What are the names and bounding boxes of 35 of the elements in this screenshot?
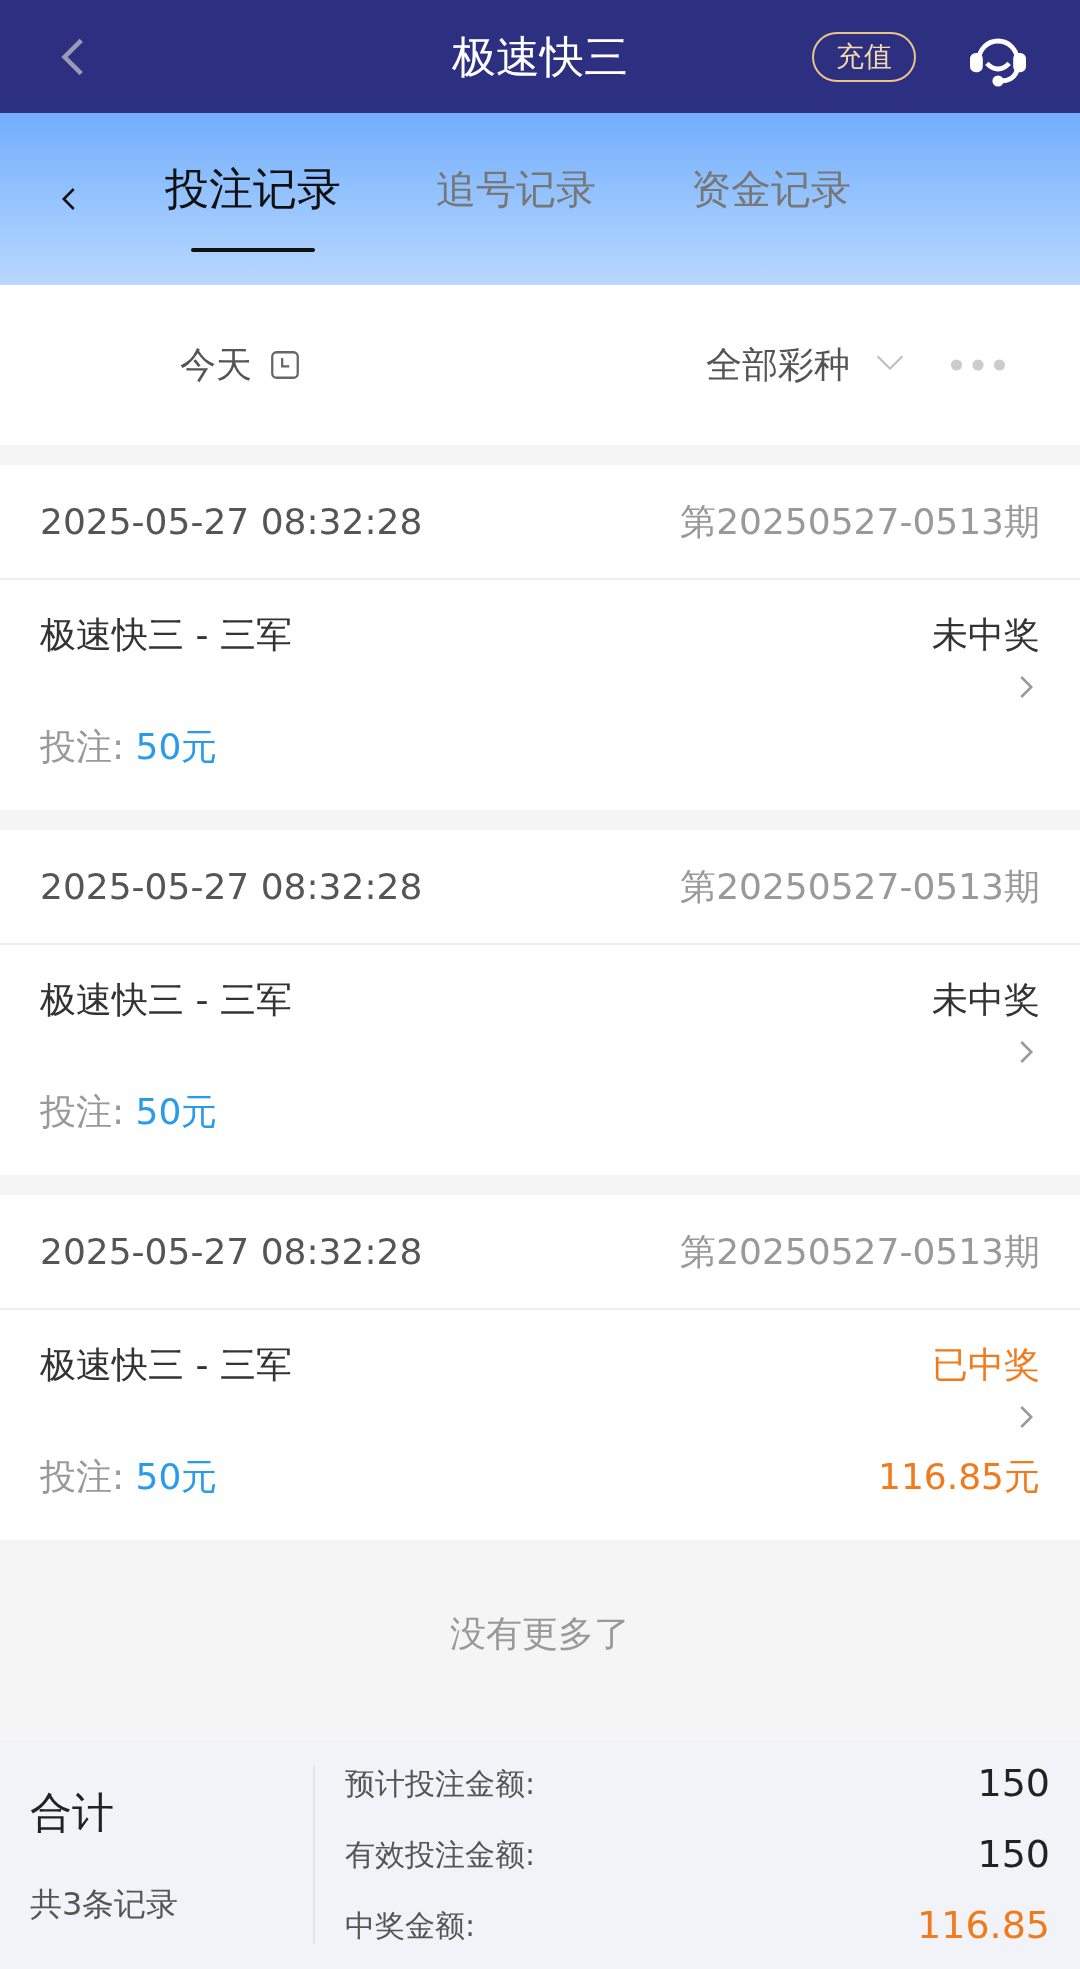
bet-time: 2025-05-27 08:32:28 [40, 864, 423, 909]
record-card[interactable]: 2025-05-27 08:32:28 第20250527-0513期 极速快三 - 三军 未中奖 投注: 50元 [0, 465, 1080, 810]
recharge-button[interactable]: 充值 [812, 31, 916, 82]
record-count: 共3条记录 [30, 1884, 180, 1925]
summary-label: 有效投注金额: [345, 1836, 536, 1874]
more-icon[interactable] [950, 358, 1006, 372]
result-status: 未中奖 [932, 978, 1040, 1022]
result-status: 已中奖 [932, 1343, 1040, 1387]
bet-amount: 投注: 50元 [40, 1455, 218, 1499]
page-title: 极速快三 [452, 29, 628, 84]
summary-value: 150 [977, 1760, 1050, 1807]
game-name: 极速快三 - 三军 [40, 1343, 292, 1387]
date-filter[interactable]: 今天 [180, 338, 302, 392]
bet-time: 2025-05-27 08:32:28 [40, 1229, 423, 1274]
result-status: 未中奖 [932, 613, 1040, 657]
record-card[interactable]: 2025-05-27 08:32:28 第20250527-0513期 极速快三 - 三军 已中奖 投注: 50元 116.85元 [0, 1195, 1080, 1540]
summary-value: 150 [977, 1831, 1050, 1878]
clock-icon [268, 348, 302, 382]
game-name: 极速快三 - 三军 [40, 978, 292, 1022]
game-name: 极速快三 - 三军 [40, 613, 292, 657]
tab[interactable]: 投注记录 [165, 146, 341, 252]
bet-amount: 投注: 50元 [40, 725, 218, 769]
lottery-filter[interactable]: 全部彩种 [706, 338, 910, 392]
prize-amount: 116.85元 [878, 1455, 1040, 1499]
summary-value: 116.85 [917, 1902, 1050, 1949]
end-of-list-note: 没有更多了 [450, 1612, 630, 1656]
bet-time: 2025-05-27 08:32:28 [40, 499, 423, 544]
summary-title: 合计 [30, 1787, 115, 1839]
summary-label: 中奖金额: [345, 1907, 476, 1945]
issue-number: 第20250527-0513期 [680, 1229, 1040, 1274]
issue-number: 第20250527-0513期 [680, 499, 1040, 544]
bet-amount: 投注: 50元 [40, 1090, 218, 1134]
summary-label: 预计投注金额: [345, 1765, 536, 1803]
record-card[interactable]: 2025-05-27 08:32:28 第20250527-0513期 极速快三 - 三军 未中奖 投注: 50元 [0, 830, 1080, 1175]
issue-number: 第20250527-0513期 [680, 864, 1040, 909]
